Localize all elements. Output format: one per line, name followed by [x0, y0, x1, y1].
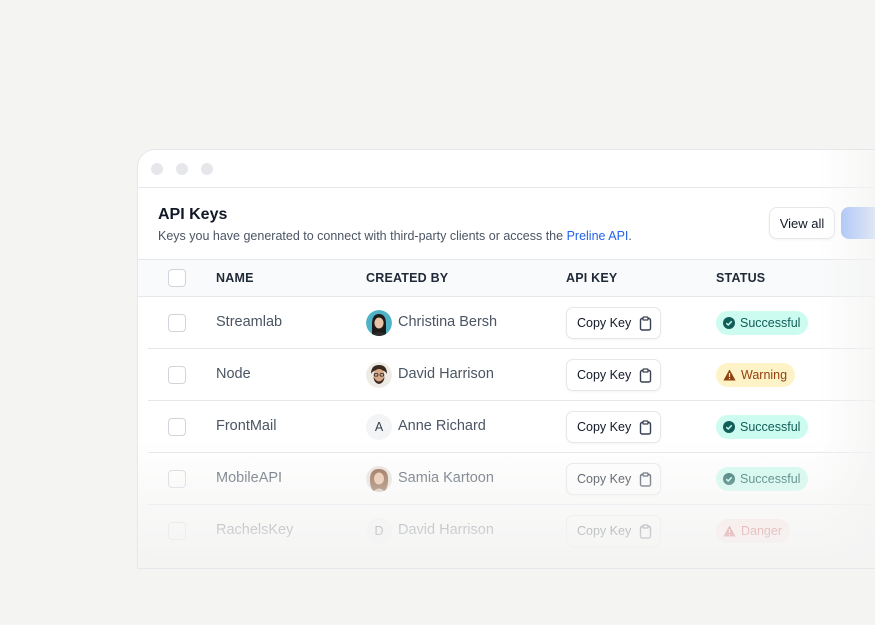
- avatar-photo-icon: [366, 362, 392, 388]
- copy-key-label: Copy Key: [577, 368, 632, 382]
- clipboard-icon: [639, 524, 652, 539]
- avatar: [366, 310, 392, 336]
- subtitle-end: .: [628, 229, 632, 243]
- table-row: FrontMail A Anne Richard Copy Key Succes…: [148, 401, 875, 453]
- window-dot-icon: [151, 163, 163, 175]
- column-header-created-by: CREATED BY: [366, 271, 449, 285]
- warning-triangle-icon: [723, 369, 736, 381]
- table-row: Node David Harrison Copy Key Warning: [148, 349, 875, 401]
- avatar: [366, 362, 392, 388]
- check-circle-icon: [723, 317, 735, 329]
- window-dot-icon: [201, 163, 213, 175]
- page-title: API Keys: [158, 206, 228, 223]
- table-row: MobileAPI Samia Kartoon Copy Key Success…: [148, 453, 875, 505]
- subtitle-text: Keys you have generated to connect with …: [158, 229, 567, 243]
- card-header: API Keys Keys you have generated to conn…: [138, 188, 875, 259]
- status-label: Successful: [740, 316, 801, 330]
- table-row: RachelsKey D David Harrison Copy Key Dan…: [148, 505, 875, 557]
- status-badge: Successful: [716, 311, 809, 335]
- page-subtitle: Keys you have generated to connect with …: [158, 229, 632, 243]
- creator-name: Christina Bersh: [398, 314, 498, 330]
- column-header-status: STATUS: [716, 271, 766, 285]
- status-label: Warning: [741, 368, 788, 382]
- key-name: Streamlab: [216, 314, 283, 330]
- key-name: RachelsKey: [216, 522, 294, 538]
- primary-action-button[interactable]: [841, 207, 875, 239]
- warning-triangle-icon: [723, 525, 736, 537]
- preline-api-link[interactable]: Preline API: [567, 229, 629, 243]
- creator-name: David Harrison: [398, 366, 494, 382]
- clipboard-icon: [639, 368, 652, 383]
- copy-key-label: Copy Key: [577, 316, 632, 330]
- check-circle-icon: [723, 421, 735, 433]
- row-checkbox[interactable]: [168, 314, 186, 332]
- copy-key-button[interactable]: Copy Key: [566, 411, 661, 443]
- status-badge: Successful: [716, 467, 809, 491]
- column-header-name: NAME: [216, 271, 254, 285]
- status-label: Successful: [740, 472, 801, 486]
- copy-key-label: Copy Key: [577, 420, 632, 434]
- avatar: [366, 466, 392, 492]
- copy-key-button[interactable]: Copy Key: [566, 307, 661, 339]
- status-badge: Danger: [716, 519, 790, 543]
- avatar: A: [366, 414, 392, 440]
- copy-key-button[interactable]: Copy Key: [566, 359, 661, 391]
- row-checkbox[interactable]: [168, 470, 186, 488]
- status-label: Successful: [740, 420, 801, 434]
- key-name: FrontMail: [216, 418, 277, 434]
- clipboard-icon: [639, 472, 652, 487]
- copy-key-label: Copy Key: [577, 524, 632, 538]
- creator-name: Anne Richard: [398, 418, 486, 434]
- key-name: MobileAPI: [216, 470, 283, 486]
- window-titlebar: [138, 150, 875, 188]
- copy-key-button[interactable]: Copy Key: [566, 515, 661, 547]
- creator-name: Samia Kartoon: [398, 470, 494, 486]
- copy-key-button[interactable]: Copy Key: [566, 463, 661, 495]
- table-row: Streamlab Christina Bersh Copy Key Succe…: [148, 297, 875, 349]
- view-all-button[interactable]: View all: [769, 207, 835, 239]
- avatar: D: [366, 518, 392, 544]
- column-header-api-key: API KEY: [566, 271, 618, 285]
- table-header: NAME CREATED BY API KEY STATUS: [138, 259, 875, 297]
- avatar-photo-icon: [366, 466, 392, 492]
- key-name: Node: [216, 366, 251, 382]
- window-dot-icon: [176, 163, 188, 175]
- select-all-checkbox[interactable]: [168, 269, 186, 287]
- avatar-photo-icon: [366, 310, 392, 336]
- status-badge: Warning: [716, 363, 796, 387]
- row-checkbox[interactable]: [168, 366, 186, 384]
- clipboard-icon: [639, 316, 652, 331]
- status-label: Danger: [741, 524, 782, 538]
- copy-key-label: Copy Key: [577, 472, 632, 486]
- clipboard-icon: [639, 420, 652, 435]
- status-badge: Successful: [716, 415, 809, 439]
- api-keys-window: API Keys Keys you have generated to conn…: [137, 149, 875, 569]
- row-checkbox[interactable]: [168, 418, 186, 436]
- row-checkbox[interactable]: [168, 522, 186, 540]
- creator-name: David Harrison: [398, 522, 494, 538]
- check-circle-icon: [723, 473, 735, 485]
